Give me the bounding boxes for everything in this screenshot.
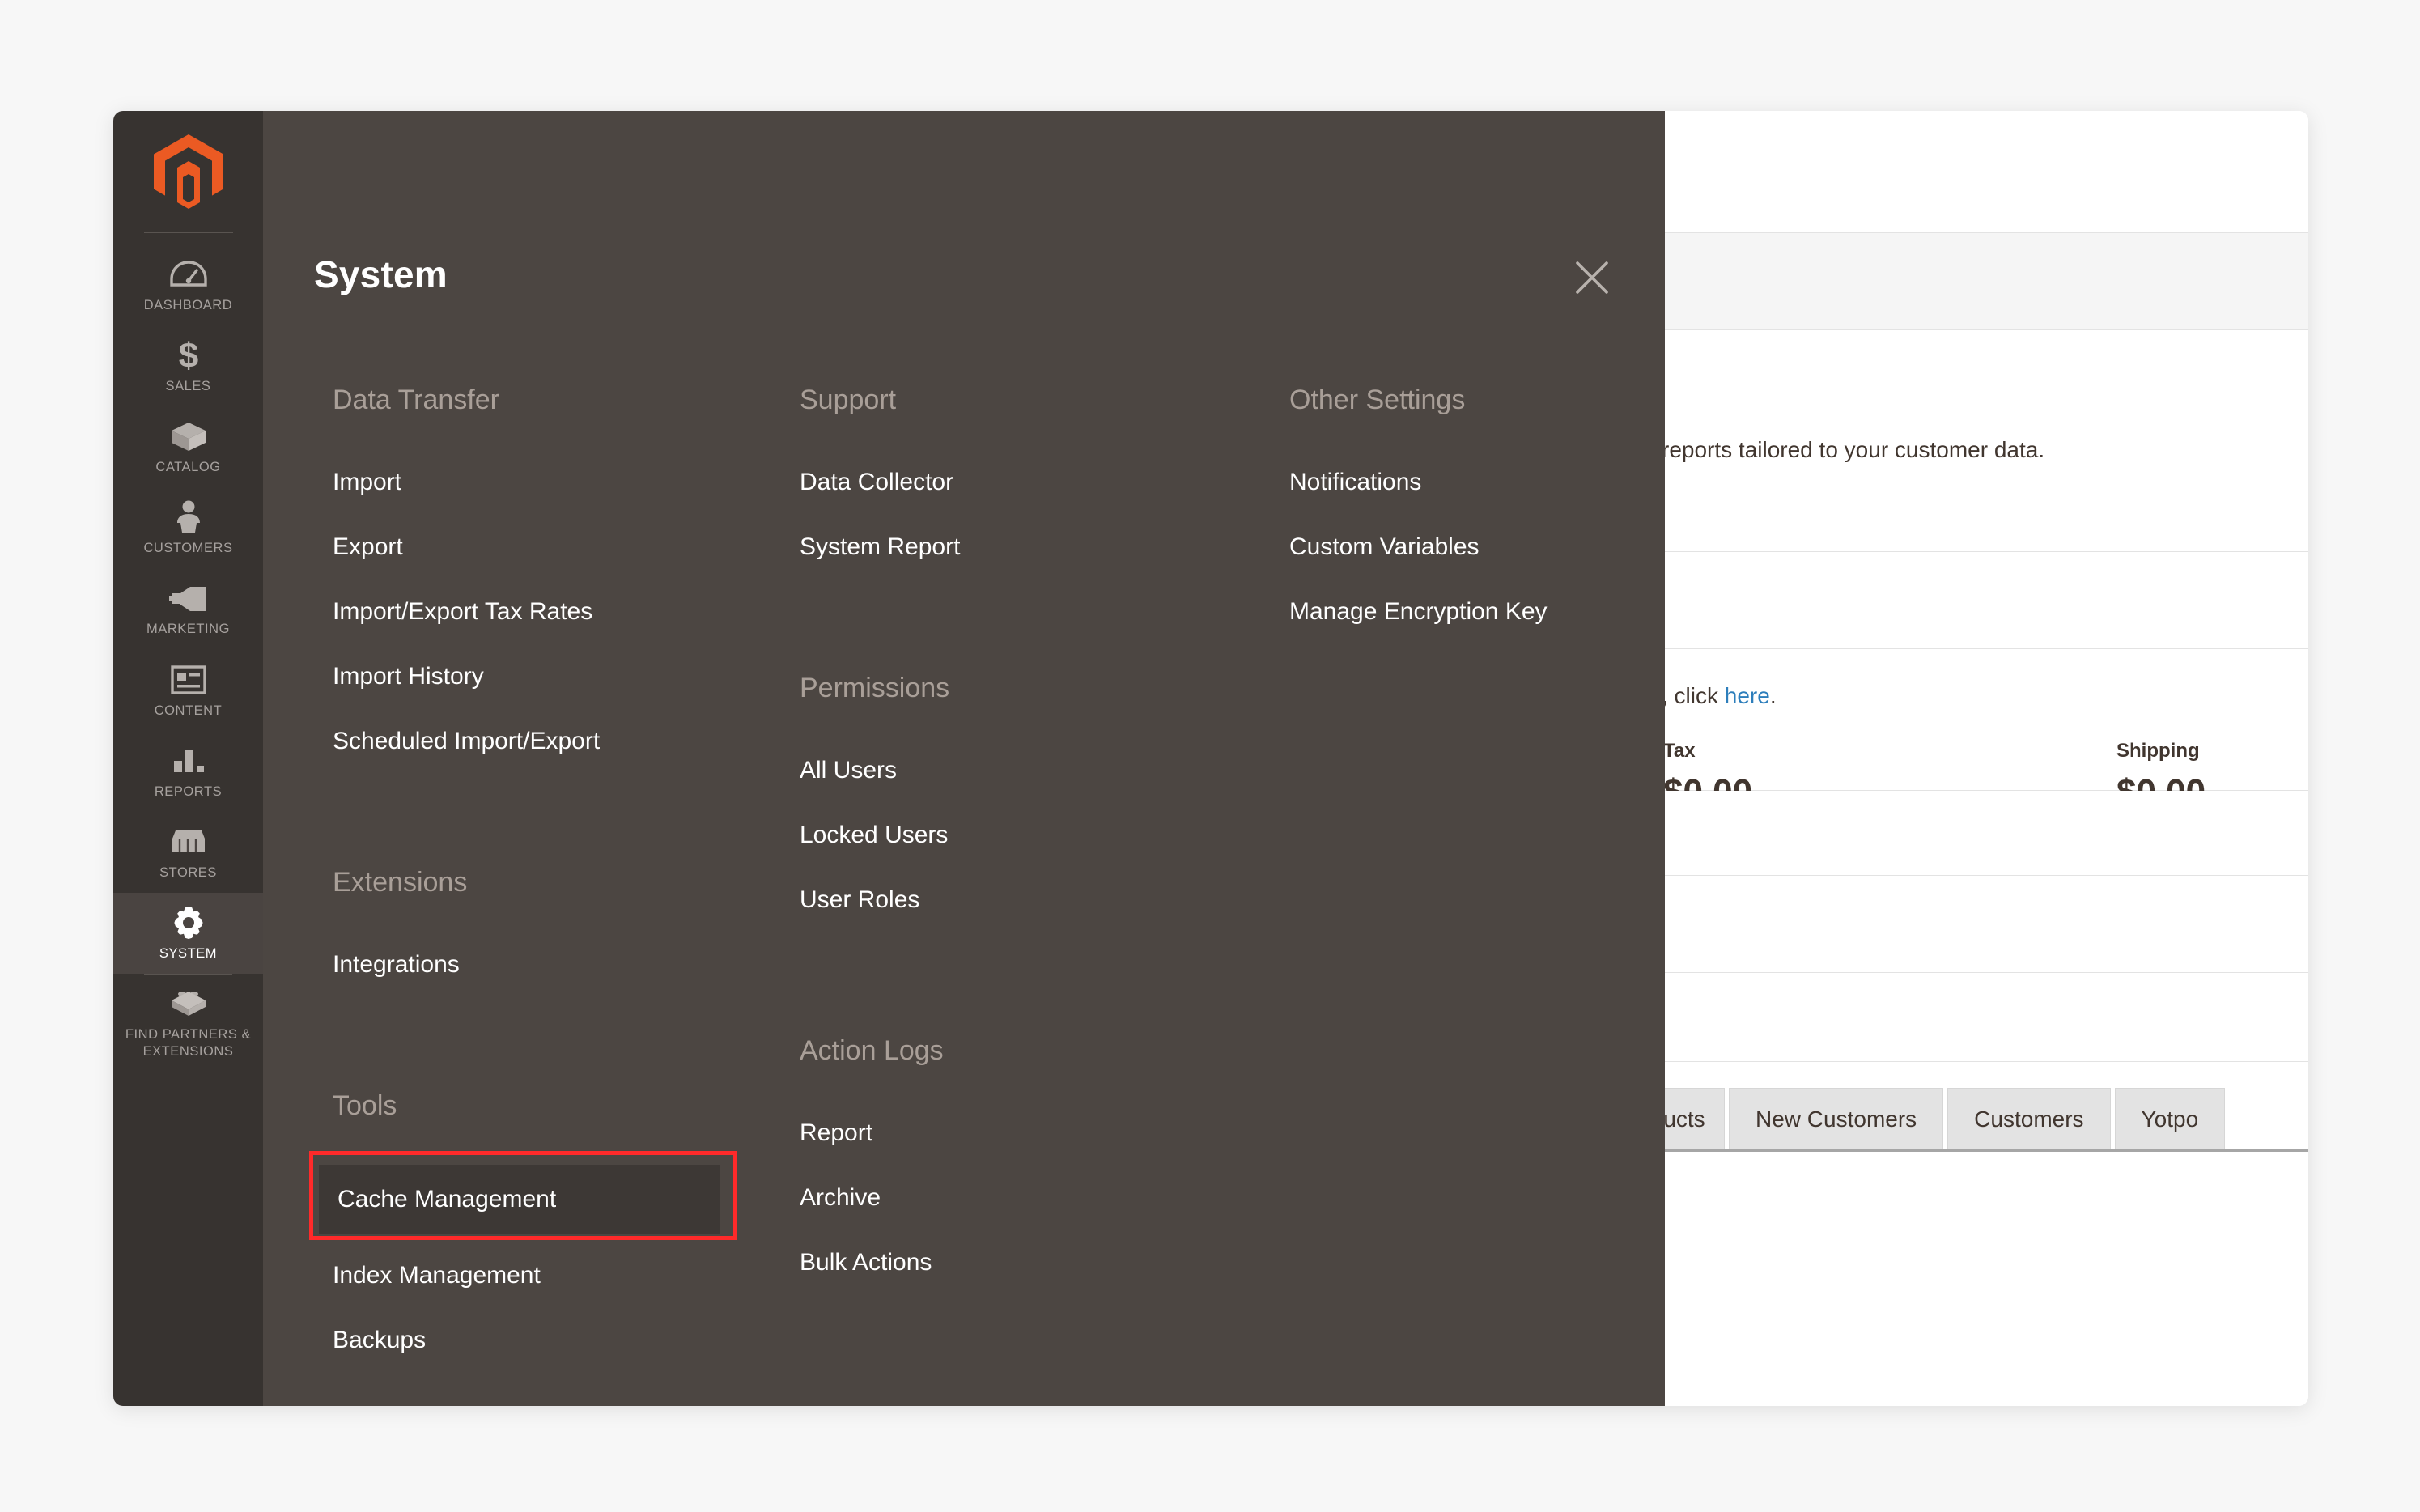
menu-item-manage-encryption-key[interactable]: Manage Encryption Key bbox=[1271, 588, 1651, 635]
sidebar-item-catalog[interactable]: CATALOG bbox=[113, 406, 263, 487]
menu-section-heading: Other Settings bbox=[1289, 384, 1466, 415]
dollar-sign-icon: $ bbox=[117, 338, 260, 373]
menu-section-heading: Data Transfer bbox=[333, 384, 499, 415]
magento-logo[interactable] bbox=[113, 111, 263, 232]
sidebar-item-label: REPORTS bbox=[154, 784, 223, 799]
sidebar-item-find-partners-extensions[interactable]: FIND PARTNERS & EXTENSIONS bbox=[113, 973, 263, 1072]
box-icon bbox=[117, 419, 260, 453]
tab-yotpo[interactable]: Yotpo bbox=[2114, 1088, 2226, 1149]
menu-section-heading: Extensions bbox=[333, 867, 468, 898]
menu-item-backups[interactable]: Backups bbox=[314, 1317, 767, 1364]
storefront-icon bbox=[117, 825, 260, 859]
menu-item-export[interactable]: Export bbox=[314, 524, 767, 571]
menu-section-heading: Action Logs bbox=[800, 1035, 944, 1066]
tab-new-customers[interactable]: New Customers bbox=[1729, 1088, 1944, 1149]
sidebar-item-label: FIND PARTNERS & EXTENSIONS bbox=[125, 1026, 252, 1060]
menu-item-locked-users[interactable]: Locked Users bbox=[781, 812, 1234, 859]
system-menu-panel: System Data Transfer Import Export Impor… bbox=[263, 111, 1665, 1406]
sidebar-item-dashboard[interactable]: DASHBOARD bbox=[113, 244, 263, 325]
sidebar-item-marketing[interactable]: MARKETING bbox=[113, 568, 263, 649]
advanced-reporting-text: reports tailored to your customer data. bbox=[1662, 437, 2045, 462]
sidebar-item-stores[interactable]: STORES bbox=[113, 812, 263, 893]
svg-text:$: $ bbox=[178, 338, 197, 373]
menu-item-archive[interactable]: Archive bbox=[781, 1174, 1234, 1221]
menu-column-1: Data Transfer Import Export Import/Expor… bbox=[309, 384, 767, 1382]
menu-section-heading: Tools bbox=[333, 1090, 397, 1121]
sidebar-item-label: MARKETING bbox=[146, 622, 231, 637]
sidebar-item-sales[interactable]: $ SALES bbox=[113, 325, 263, 406]
menu-panel-title: System bbox=[314, 253, 448, 295]
sidebar-item-content[interactable]: CONTENT bbox=[113, 650, 263, 731]
menu-item-bulk-actions[interactable]: Bulk Actions bbox=[781, 1239, 1234, 1286]
click-here-prefix: , click bbox=[1662, 683, 1725, 708]
menu-item-system-report[interactable]: System Report bbox=[781, 524, 1234, 571]
click-here-suffix: . bbox=[1769, 683, 1777, 708]
dashboard-gauge-icon bbox=[117, 257, 260, 291]
screen-root: reports tailored to your customer data. … bbox=[0, 0, 2420, 1512]
menu-item-all-users[interactable]: All Users bbox=[781, 747, 1234, 794]
sidebar-item-customers[interactable]: CUSTOMERS bbox=[113, 487, 263, 568]
kpi-shipping-label: Shipping bbox=[2116, 740, 2200, 762]
kpi-tax-label: Tax bbox=[1663, 740, 1696, 762]
person-icon bbox=[117, 500, 260, 534]
sidebar-item-label: CUSTOMERS bbox=[143, 541, 233, 556]
menu-column-3: Other Settings Notifications Custom Vari… bbox=[1271, 386, 1651, 653]
close-icon[interactable] bbox=[1569, 255, 1615, 300]
menu-section-heading: Permissions bbox=[800, 673, 950, 703]
here-link[interactable]: here bbox=[1725, 683, 1770, 708]
menu-item-user-roles[interactable]: User Roles bbox=[781, 877, 1234, 924]
megaphone-icon bbox=[117, 581, 260, 615]
puzzle-brick-icon bbox=[117, 987, 260, 1021]
click-here-line: , click here. bbox=[1662, 683, 1777, 709]
menu-item-import[interactable]: Import bbox=[314, 459, 767, 506]
sidebar-item-system[interactable]: SYSTEM bbox=[113, 892, 263, 974]
menu-item-notifications[interactable]: Notifications bbox=[1271, 459, 1651, 506]
sidebar-divider bbox=[143, 232, 233, 233]
sidebar-item-label: DASHBOARD bbox=[143, 298, 233, 312]
bar-chart-icon bbox=[117, 744, 260, 778]
menu-item-custom-variables[interactable]: Custom Variables bbox=[1271, 524, 1651, 571]
menu-item-integrations[interactable]: Integrations bbox=[314, 941, 767, 988]
sidebar-item-label: SYSTEM bbox=[159, 945, 218, 961]
sidebar-item-label: CONTENT bbox=[154, 703, 223, 718]
left-sidebar: DASHBOARD $ SALES CATALOG CUSTOMERS MARK… bbox=[113, 111, 263, 1406]
sidebar-item-label: SALES bbox=[165, 379, 211, 394]
sidebar-item-reports[interactable]: REPORTS bbox=[113, 731, 263, 812]
sidebar-item-label: STORES bbox=[159, 864, 217, 880]
menu-column-2: Support Data Collector System Report Per… bbox=[781, 386, 1234, 1304]
menu-item-scheduled-import-export[interactable]: Scheduled Import/Export bbox=[314, 718, 767, 765]
sidebar-item-label: CATALOG bbox=[155, 460, 221, 475]
menu-item-import-export-tax-rates[interactable]: Import/Export Tax Rates bbox=[314, 588, 767, 635]
menu-item-import-history[interactable]: Import History bbox=[314, 653, 767, 700]
menu-item-cache-management[interactable]: Cache Management bbox=[309, 1151, 737, 1240]
menu-item-index-management[interactable]: Index Management bbox=[314, 1252, 767, 1299]
gear-icon bbox=[117, 906, 260, 940]
menu-section-heading: Support bbox=[800, 384, 897, 415]
menu-item-data-collector[interactable]: Data Collector bbox=[781, 459, 1234, 506]
magento-logo-icon bbox=[153, 134, 223, 209]
menu-item-report[interactable]: Report bbox=[781, 1110, 1234, 1157]
tab-customers[interactable]: Customers bbox=[1947, 1088, 2111, 1149]
layout-page-icon bbox=[117, 663, 260, 697]
